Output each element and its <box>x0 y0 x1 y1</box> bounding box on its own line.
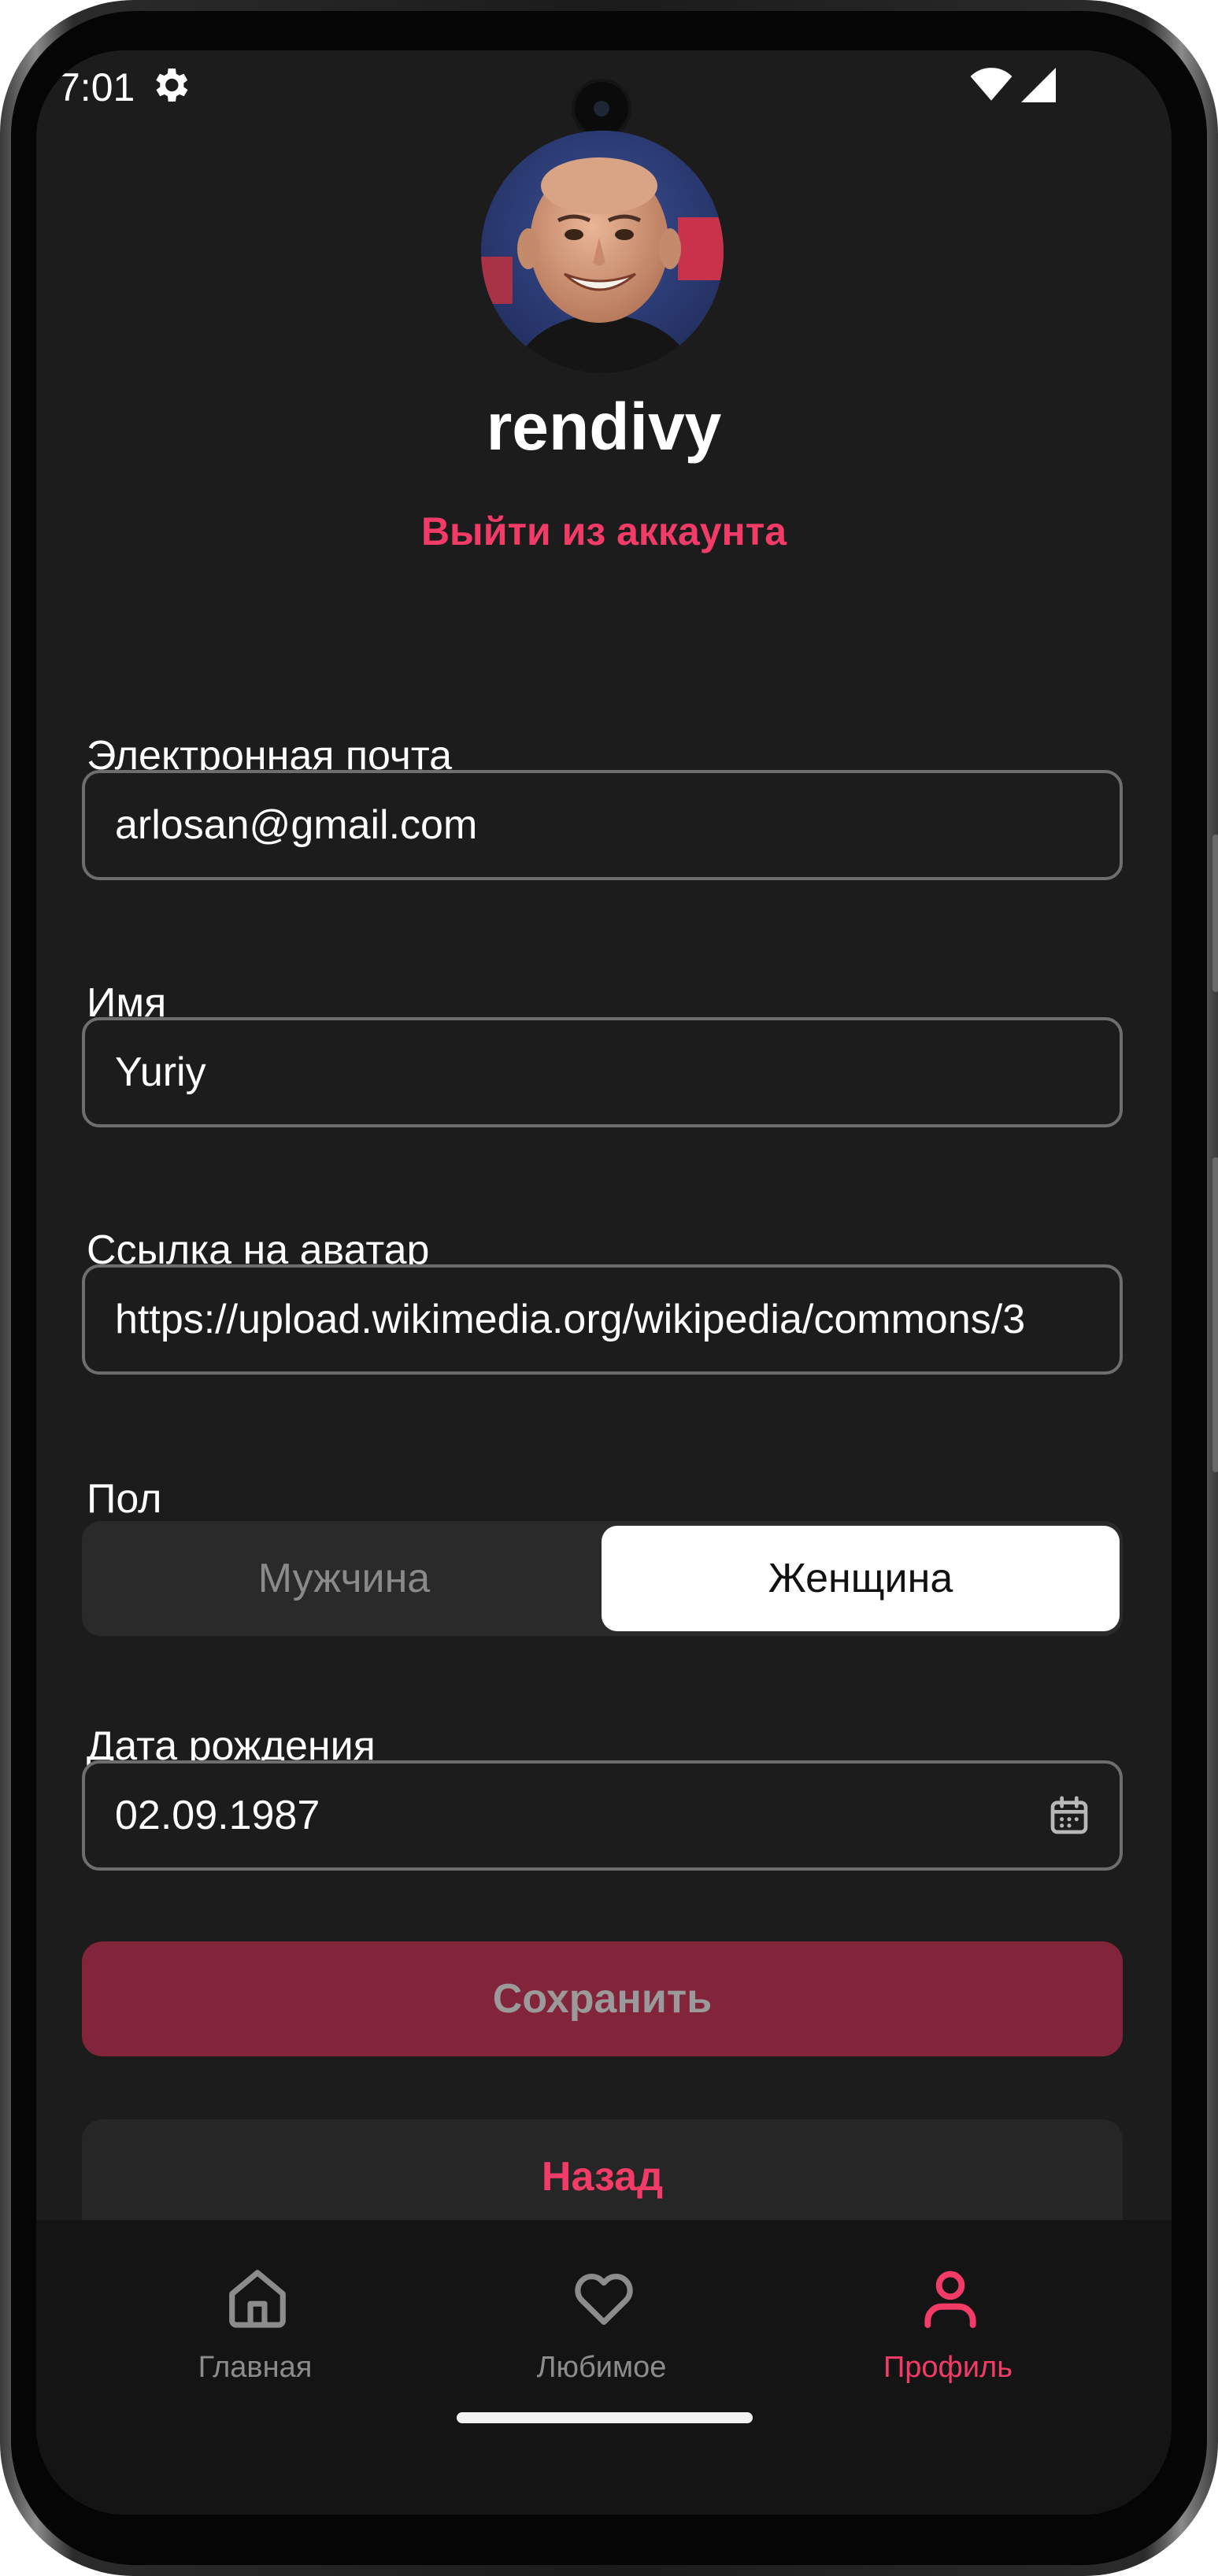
avatar-photo <box>481 131 724 373</box>
bottom-navigation: Главная Любимое Профиль <box>36 2220 1172 2515</box>
nav-item-favorites[interactable]: Любимое <box>413 2220 790 2425</box>
calendar-icon[interactable] <box>1047 1793 1091 1838</box>
gear-icon <box>156 68 188 102</box>
name-value: Yuriy <box>115 1049 206 1095</box>
name-field[interactable]: Yuriy <box>82 1017 1123 1127</box>
nav-label-profile: Профиль <box>883 2351 1013 2384</box>
heart-icon <box>575 2274 633 2326</box>
gender-option-female[interactable]: Женщина <box>602 1526 1120 1631</box>
gender-option-male[interactable]: Мужчина <box>85 1526 603 1631</box>
nav-item-profile[interactable]: Профиль <box>759 2220 1137 2425</box>
nav-label-home: Главная <box>198 2351 313 2384</box>
nav-item-home[interactable]: Главная <box>66 2220 444 2425</box>
logout-button[interactable]: Выйти из аккаунта <box>36 509 1172 554</box>
gender-selector: Мужчина Женщина <box>82 1521 1123 1636</box>
email-field[interactable]: arlosan@gmail.com <box>82 770 1123 880</box>
birthdate-field[interactable]: 02.09.1987 <box>82 1760 1123 1871</box>
birthdate-value: 02.09.1987 <box>115 1793 320 1838</box>
volume-button <box>1212 835 1218 992</box>
screen: 7:01 rendivy Выйти из аккаунта Электронн… <box>36 50 1172 2515</box>
avatar-link-field[interactable]: https://upload.wikimedia.org/wikipedia/c… <box>82 1264 1123 1375</box>
home-indicator[interactable] <box>457 2412 753 2423</box>
save-button[interactable]: Сохранить <box>82 1941 1123 2056</box>
profile-username: rendivy <box>486 390 722 464</box>
power-button <box>1212 1157 1218 1472</box>
email-value: arlosan@gmail.com <box>115 802 478 848</box>
phone-frame: 7:01 rendivy Выйти из аккаунта Электронн… <box>0 0 1218 2576</box>
gender-label: Пол <box>87 1476 162 1522</box>
person-icon <box>924 2271 976 2328</box>
front-camera <box>572 79 631 139</box>
wifi-icon <box>970 68 1013 101</box>
avatar-link-value: https://upload.wikimedia.org/wikipedia/c… <box>115 1297 1026 1342</box>
home-icon <box>229 2270 286 2328</box>
status-time: 7:01 <box>58 65 135 109</box>
avatar[interactable] <box>481 131 724 373</box>
nav-label-favorites: Любимое <box>536 2351 667 2384</box>
signal-icon <box>1021 68 1056 102</box>
